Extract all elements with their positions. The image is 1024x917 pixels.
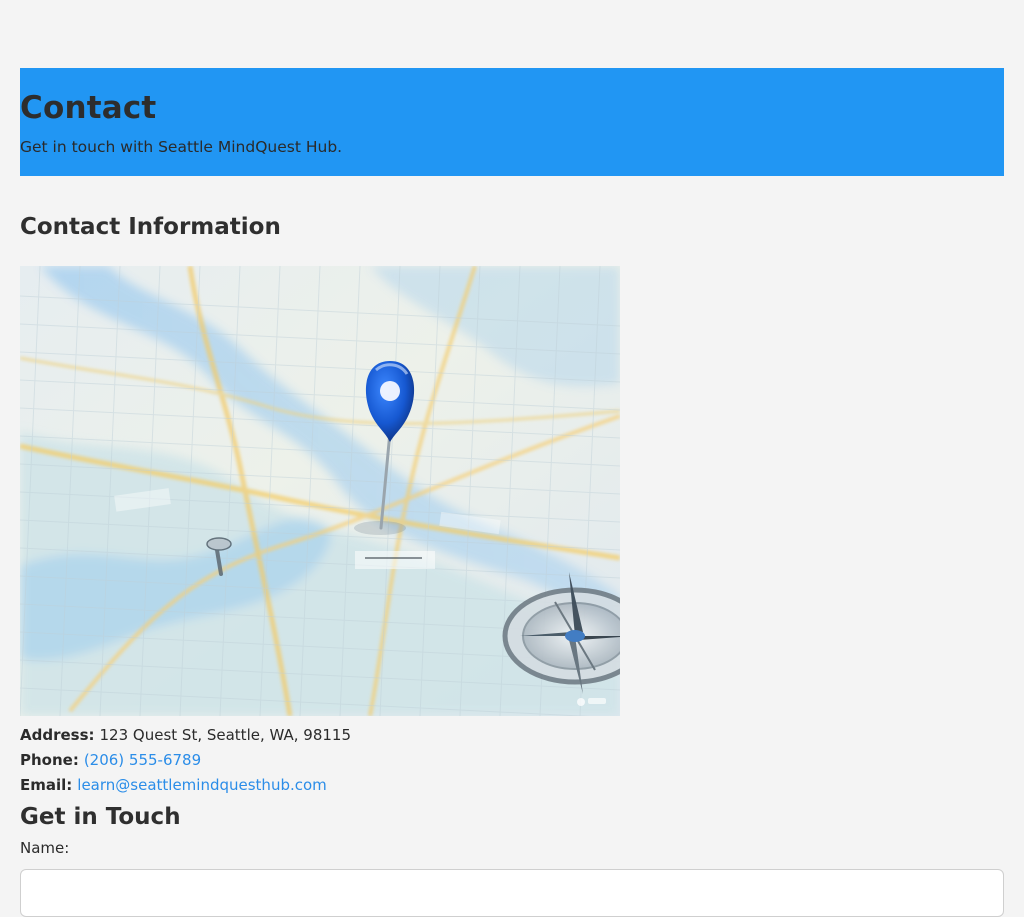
email-link[interactable]: learn@seattlemindquesthub.com [77,776,327,794]
email-line: Email: learn@seattlemindquesthub.com [20,775,327,795]
map-image [20,266,620,716]
address-label: Address: [20,726,95,744]
phone-label: Phone: [20,751,79,769]
page-header: Contact Get in touch with Seattle MindQu… [20,68,1004,176]
email-label: Email: [20,776,73,794]
address-line: Address: 123 Quest St, Seattle, WA, 98115 [20,725,351,745]
page-title: Contact [20,90,157,126]
address-value: 123 Quest St, Seattle, WA, 98115 [99,726,352,744]
phone-link[interactable]: (206) 555-6789 [84,751,201,769]
get-in-touch-heading: Get in Touch [20,804,181,830]
page-subtitle: Get in touch with Seattle MindQuest Hub. [20,138,343,156]
name-input[interactable] [20,869,1004,917]
contact-information-heading: Contact Information [20,214,281,240]
phone-line: Phone: (206) 555-6789 [20,750,201,770]
name-label: Name: [20,839,70,857]
